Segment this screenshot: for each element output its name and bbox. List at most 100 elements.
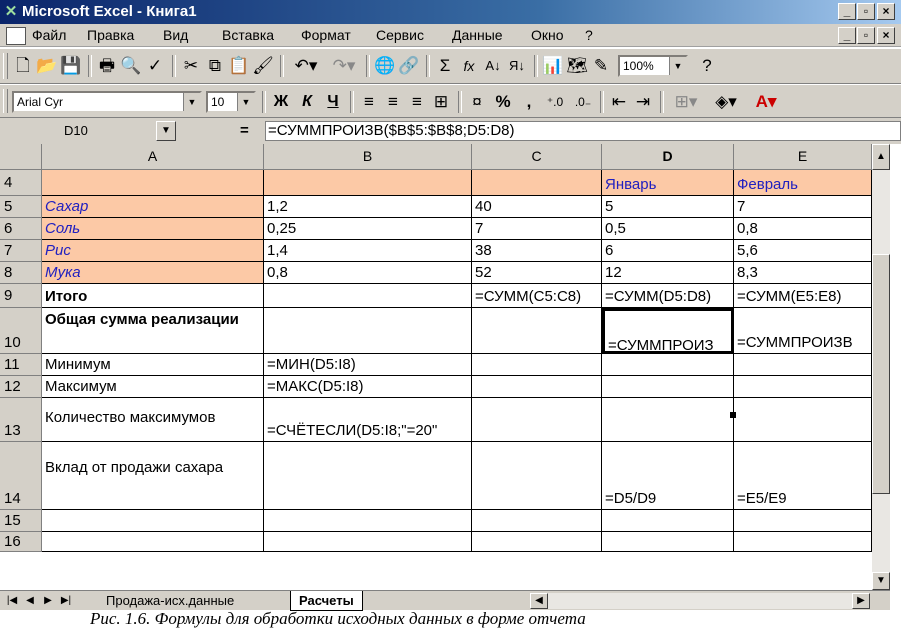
bold-button[interactable]: Ж bbox=[270, 90, 292, 114]
cell-b9[interactable] bbox=[264, 284, 472, 308]
vertical-scrollbar[interactable]: ▲ ▼ bbox=[872, 144, 890, 590]
drawing-icon[interactable]: ✎ bbox=[590, 54, 612, 78]
chevron-down-icon[interactable]: ▼ bbox=[237, 93, 254, 111]
cell-a5[interactable]: Сахар bbox=[42, 196, 264, 218]
cell-c8[interactable]: 52 bbox=[472, 262, 602, 284]
cell-d16[interactable] bbox=[602, 532, 734, 552]
borders-icon[interactable]: ⊞▾ bbox=[668, 90, 704, 114]
menu-file[interactable]: Файл bbox=[32, 24, 66, 47]
row-header-9[interactable]: 9 bbox=[0, 284, 42, 308]
merge-center-icon[interactable]: ⊞ bbox=[430, 90, 452, 114]
cell-b10[interactable] bbox=[264, 308, 472, 354]
row-header-4[interactable]: 4 bbox=[0, 170, 42, 196]
currency-icon[interactable]: ¤ bbox=[466, 90, 488, 114]
hyperlink-icon[interactable]: 🔗 bbox=[398, 54, 420, 78]
cell-d14[interactable]: =D5/D9 bbox=[602, 442, 734, 510]
cell-c11[interactable] bbox=[472, 354, 602, 376]
align-center-icon[interactable]: ≡ bbox=[382, 90, 404, 114]
map-icon[interactable]: 🗺 bbox=[566, 54, 588, 78]
decrease-indent-icon[interactable]: ⇤ bbox=[608, 90, 630, 114]
menu-insert[interactable]: Вставка bbox=[222, 24, 274, 47]
menu-window[interactable]: Окно bbox=[531, 24, 564, 47]
cell-e14[interactable]: =E5/E9 bbox=[734, 442, 872, 510]
cell-c10[interactable] bbox=[472, 308, 602, 354]
cell-d4[interactable]: Январь bbox=[602, 170, 734, 196]
cell-c13[interactable] bbox=[472, 398, 602, 442]
scroll-right-icon[interactable]: ▶ bbox=[852, 593, 870, 609]
cell-b5[interactable]: 1,2 bbox=[264, 196, 472, 218]
minimize-button[interactable]: _ bbox=[838, 3, 856, 20]
underline-button[interactable]: Ч bbox=[322, 90, 344, 114]
vertical-scroll-thumb[interactable] bbox=[872, 254, 890, 494]
copy-icon[interactable]: ⧉ bbox=[204, 54, 226, 78]
row-header-12[interactable]: 12 bbox=[0, 376, 42, 398]
cell-b11[interactable]: =МИН(D5:I8) bbox=[264, 354, 472, 376]
row-header-13[interactable]: 13 bbox=[0, 398, 42, 442]
fill-handle[interactable] bbox=[730, 412, 736, 418]
doc-maximize-button[interactable]: ▫ bbox=[857, 27, 875, 44]
next-sheet-icon[interactable]: ▶ bbox=[40, 593, 56, 609]
spelling-icon[interactable]: ✓ bbox=[144, 54, 166, 78]
cell-a16[interactable] bbox=[42, 532, 264, 552]
font-color-icon[interactable]: A▾ bbox=[748, 90, 784, 114]
cell-a7[interactable]: Рис bbox=[42, 240, 264, 262]
cell-d5[interactable]: 5 bbox=[602, 196, 734, 218]
sheet-tab-calculations[interactable]: Расчеты bbox=[290, 591, 363, 611]
chevron-down-icon[interactable]: ▼ bbox=[183, 93, 200, 111]
redo-icon[interactable]: ↷▾ bbox=[326, 54, 362, 78]
print-icon[interactable]: 🖶 bbox=[96, 54, 118, 78]
horizontal-scrollbar[interactable]: ◀ ▶ bbox=[530, 593, 870, 609]
cut-icon[interactable]: ✂ bbox=[180, 54, 202, 78]
chart-wizard-icon[interactable]: 📊 bbox=[542, 54, 564, 78]
menu-data[interactable]: Данные bbox=[452, 24, 503, 47]
undo-icon[interactable]: ↶▾ bbox=[288, 54, 324, 78]
cell-d13[interactable] bbox=[602, 398, 734, 442]
sort-descending-icon[interactable]: Я↓ bbox=[506, 54, 528, 78]
cell-a8[interactable]: Мука bbox=[42, 262, 264, 284]
menu-tools[interactable]: Сервис bbox=[376, 24, 424, 47]
cell-d8[interactable]: 12 bbox=[602, 262, 734, 284]
name-box[interactable]: D10 bbox=[26, 121, 176, 141]
format-painter-icon[interactable]: 🖌 bbox=[252, 54, 274, 78]
italic-button[interactable]: К bbox=[296, 90, 318, 114]
cell-d15[interactable] bbox=[602, 510, 734, 532]
cell-e11[interactable] bbox=[734, 354, 872, 376]
row-header-16[interactable]: 16 bbox=[0, 532, 42, 552]
cell-c15[interactable] bbox=[472, 510, 602, 532]
formula-input[interactable]: =СУММПРОИЗВ($B$5:$B$8;D5:D8) bbox=[265, 121, 901, 141]
cell-a12[interactable]: Максимум bbox=[42, 376, 264, 398]
save-disk-icon[interactable]: 💾 bbox=[60, 54, 82, 78]
doc-minimize-button[interactable]: _ bbox=[838, 27, 856, 44]
cell-a11[interactable]: Минимум bbox=[42, 354, 264, 376]
align-right-icon[interactable]: ≡ bbox=[406, 90, 428, 114]
maximize-button[interactable]: ▫ bbox=[857, 3, 875, 20]
cell-e5[interactable]: 7 bbox=[734, 196, 872, 218]
close-button[interactable]: × bbox=[877, 3, 895, 20]
row-header-11[interactable]: 11 bbox=[0, 354, 42, 376]
cell-e13[interactable] bbox=[734, 398, 872, 442]
row-header-10[interactable]: 10 bbox=[0, 308, 42, 354]
select-all-corner[interactable] bbox=[0, 144, 42, 170]
scroll-down-icon[interactable]: ▼ bbox=[872, 572, 890, 590]
cell-e15[interactable] bbox=[734, 510, 872, 532]
cell-b12[interactable]: =МАКС(D5:I8) bbox=[264, 376, 472, 398]
cell-c16[interactable] bbox=[472, 532, 602, 552]
align-left-icon[interactable]: ≡ bbox=[358, 90, 380, 114]
scroll-up-icon[interactable]: ▲ bbox=[872, 144, 890, 170]
increase-decimal-icon[interactable]: ⁺.0 bbox=[542, 90, 568, 114]
percent-button[interactable]: % bbox=[492, 90, 514, 114]
cell-e7[interactable]: 5,6 bbox=[734, 240, 872, 262]
cell-c5[interactable]: 40 bbox=[472, 196, 602, 218]
column-header-c[interactable]: C bbox=[472, 144, 602, 170]
chevron-down-icon[interactable]: ▼ bbox=[669, 57, 686, 75]
cell-d11[interactable] bbox=[602, 354, 734, 376]
document-icon[interactable] bbox=[6, 27, 26, 45]
cell-c14[interactable] bbox=[472, 442, 602, 510]
cell-a10[interactable]: Общая сумма реализации bbox=[42, 308, 264, 354]
cell-e4[interactable]: Февраль bbox=[734, 170, 872, 196]
zoom-select[interactable]: 100% ▼ bbox=[618, 55, 688, 77]
row-header-15[interactable]: 15 bbox=[0, 510, 42, 532]
cell-a14[interactable]: Вклад от продажи сахара bbox=[42, 442, 264, 510]
cell-b8[interactable]: 0,8 bbox=[264, 262, 472, 284]
doc-close-button[interactable]: × bbox=[877, 27, 895, 44]
